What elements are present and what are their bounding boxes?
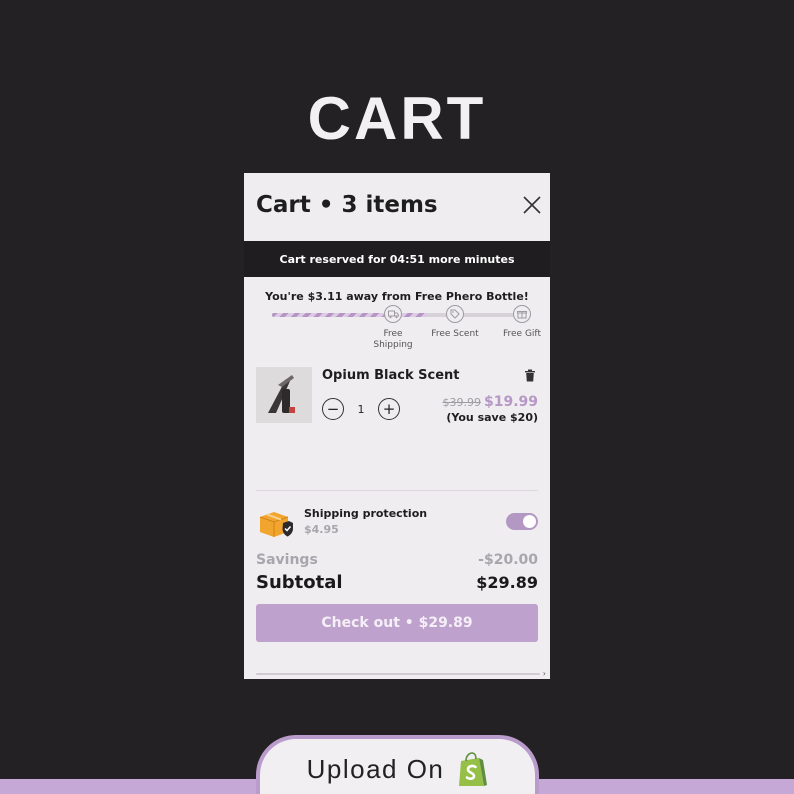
cart-drawer: Cart • 3 items Cart reserved for 04:51 m… xyxy=(244,173,550,679)
subtotal-row: Subtotal $29.89 xyxy=(256,572,538,593)
quantity-stepper: − 1 + xyxy=(322,398,400,420)
progress-fill xyxy=(272,313,427,317)
product-name[interactable]: Opium Black Scent xyxy=(322,368,460,383)
reservation-timer-bar: Cart reserved for 04:51 more minutes xyxy=(244,241,550,277)
shipping-protection-price: $4.95 xyxy=(304,523,339,536)
upload-on-badge: Upload On xyxy=(256,735,539,794)
milestone-free-gift: Free Gift xyxy=(503,305,541,339)
shopify-icon xyxy=(459,752,488,786)
reservation-timer-text: Cart reserved for 04:51 more minutes xyxy=(279,252,515,266)
product-prices: $39.99 $19.99 (You save $20) xyxy=(442,394,538,424)
savings-note: (You save $20) xyxy=(446,411,538,424)
savings-row: Savings -$20.00 xyxy=(256,552,538,568)
upload-on-text: Upload On xyxy=(306,754,445,784)
cart-title: Cart • 3 items xyxy=(256,192,438,218)
truck-icon xyxy=(384,305,402,323)
savings-label: Savings xyxy=(256,552,318,568)
shipping-protection-toggle[interactable] xyxy=(506,513,538,530)
savings-value: -$20.00 xyxy=(478,552,538,568)
quantity-value: 1 xyxy=(357,402,365,416)
milestone-free-shipping: Free Shipping xyxy=(373,305,413,350)
shipping-protection-icon xyxy=(259,512,293,537)
shipping-protection-title: Shipping protection xyxy=(304,507,428,520)
horizontal-scrollbar[interactable]: › xyxy=(256,670,546,678)
shipping-protection-row: Shipping protection $4.95 xyxy=(256,491,538,549)
toggle-knob xyxy=(523,515,536,528)
upload-on-badge-inner: Upload On xyxy=(260,739,535,794)
trash-icon[interactable] xyxy=(524,369,536,382)
scrollbar-track[interactable] xyxy=(256,673,540,675)
tag-icon xyxy=(446,305,464,323)
reward-progress-text: You're $3.11 away from Free Phero Bottle… xyxy=(265,290,529,303)
decrease-quantity-button[interactable]: − xyxy=(322,398,344,420)
gift-icon xyxy=(513,305,531,323)
reward-progress: Free Shipping Free Scent Free Gift xyxy=(256,303,541,351)
milestone-label: Free Shipping xyxy=(373,329,413,350)
cart-line-item: Opium Black Scent − 1 + $39.99 $19.99 (Yo… xyxy=(256,351,538,491)
milestone-free-scent: Free Scent xyxy=(431,305,479,339)
milestone-label: Free Scent xyxy=(431,329,479,339)
sale-price: $19.99 xyxy=(483,394,538,410)
page-title: CART xyxy=(307,85,487,152)
close-icon[interactable] xyxy=(520,193,544,217)
checkout-label: Check out • $29.89 xyxy=(321,615,473,631)
subtotal-value: $29.89 xyxy=(476,573,538,592)
checkout-button[interactable]: Check out • $29.89 xyxy=(256,604,538,642)
product-thumbnail[interactable] xyxy=(256,367,312,423)
subtotal-label: Subtotal xyxy=(256,572,343,593)
original-price: $39.99 xyxy=(442,396,481,409)
order-summary: Savings -$20.00 Subtotal $29.89 xyxy=(256,552,538,593)
milestone-label: Free Gift xyxy=(503,329,541,339)
increase-quantity-button[interactable]: + xyxy=(378,398,400,420)
scroll-right-icon[interactable]: › xyxy=(543,670,546,678)
cart-header: Cart • 3 items xyxy=(244,173,550,241)
